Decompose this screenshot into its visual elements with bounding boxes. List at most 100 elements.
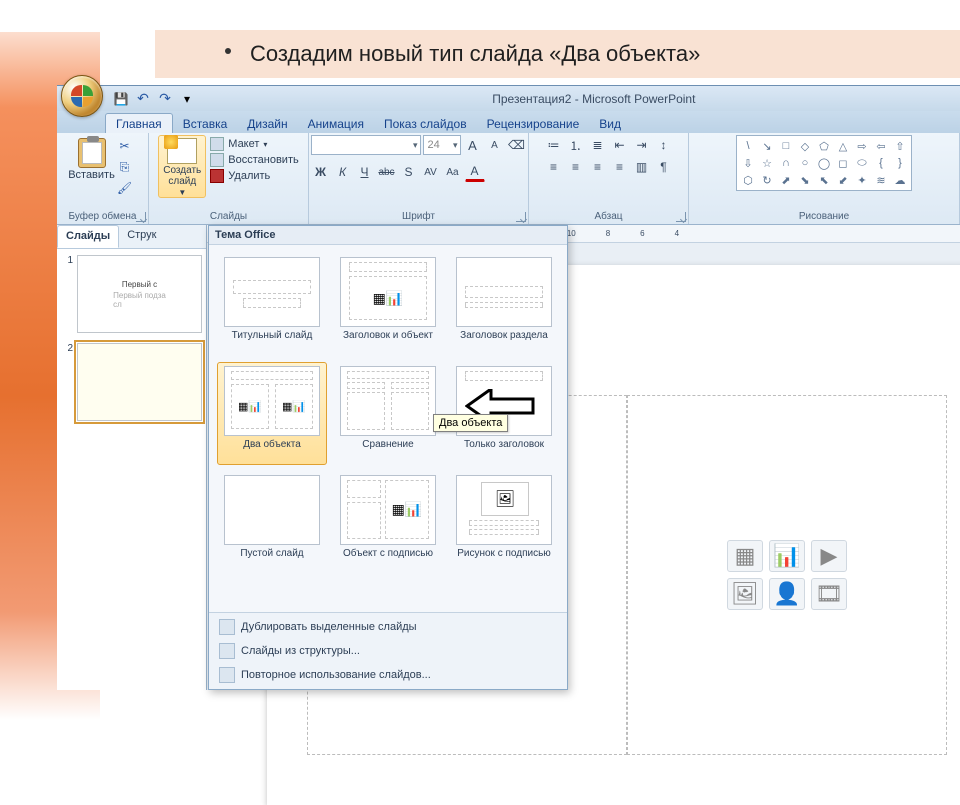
justify-button[interactable]: ≡ [610, 157, 630, 177]
shrink-font-button[interactable]: A [485, 135, 505, 155]
shape-item[interactable]: ⇦ [872, 138, 890, 154]
content-placeholder-right[interactable]: ▦📊▶ 🖼👤🎞 [627, 395, 947, 755]
layout-option-6[interactable]: Пустой слайд [217, 471, 327, 574]
content-insert-icon[interactable]: 📊 [769, 540, 805, 572]
slide-thumb-1[interactable]: 1 Первый с Первый подза сл [61, 255, 202, 333]
tab-slideshow[interactable]: Показ слайдов [374, 114, 477, 133]
shape-item[interactable]: ⇨ [853, 138, 871, 154]
reset-button[interactable]: Восстановить [210, 153, 298, 167]
paste-button[interactable]: Вставить [72, 135, 112, 184]
layout-option-8[interactable]: 🖼Рисунок с подписью [449, 471, 559, 574]
align-center-button[interactable]: ≡ [566, 157, 586, 177]
layout-thumb: 🖼 [456, 475, 552, 545]
shape-item[interactable]: ◻ [834, 155, 852, 171]
align-right-button[interactable]: ≡ [588, 157, 608, 177]
dialog-launcher-icon[interactable] [136, 212, 146, 222]
undo-icon[interactable]: ↶ [135, 91, 151, 107]
cut-icon[interactable]: ✂ [116, 137, 134, 155]
shape-item[interactable]: \ [739, 138, 757, 154]
shape-item[interactable]: ⬋ [834, 172, 852, 188]
layout-option-0[interactable]: Титульный слайд [217, 253, 327, 356]
align-left-button[interactable]: ≡ [544, 157, 564, 177]
panel-tab-slides[interactable]: Слайды [57, 225, 119, 248]
office-button[interactable] [61, 75, 103, 117]
columns-button[interactable]: ▥ [632, 157, 652, 177]
shape-item[interactable]: { [872, 155, 890, 171]
clear-format-button[interactable]: ⌫ [507, 135, 527, 155]
grow-font-button[interactable]: A [463, 135, 483, 155]
tab-view[interactable]: Вид [589, 114, 631, 133]
bold-button[interactable]: Ж [311, 162, 331, 182]
strike-button[interactable]: abc [377, 162, 397, 182]
italic-button[interactable]: К [333, 162, 353, 182]
shape-item[interactable]: ☆ [758, 155, 776, 171]
tab-design[interactable]: Дизайн [237, 114, 297, 133]
line-spacing-button[interactable]: ↕ [654, 135, 674, 155]
shape-item[interactable]: ⬊ [796, 172, 814, 188]
char-spacing-button[interactable]: AV [421, 162, 441, 182]
content-insert-icon[interactable]: ▶ [811, 540, 847, 572]
layout-option-7[interactable]: ▦📊Объект с подписью [333, 471, 443, 574]
menu-slides-from-outline[interactable]: Слайды из структуры... [209, 639, 567, 663]
shape-item[interactable]: ∩ [777, 155, 795, 171]
qat-dropdown-icon[interactable]: ▾ [179, 91, 195, 107]
panel-tab-outline[interactable]: Струк [119, 225, 164, 248]
font-color-button[interactable]: A [465, 162, 485, 182]
shapes-gallery[interactable]: \↘□◇⬠△⇨⇦⇧ ⇩☆∩○◯◻⬭{} ⬡↻⬈⬊⬉⬋✦≋☁ [736, 135, 912, 191]
increase-indent-button[interactable]: ⇥ [632, 135, 652, 155]
shape-item[interactable]: ≋ [872, 172, 890, 188]
multilevel-button[interactable]: ≣ [588, 135, 608, 155]
font-size-combo[interactable]: 24 [423, 135, 461, 155]
shape-item[interactable]: ⬉ [815, 172, 833, 188]
tab-insert[interactable]: Вставка [173, 114, 238, 133]
shape-item[interactable]: ○ [796, 155, 814, 171]
shape-item[interactable]: ⬠ [815, 138, 833, 154]
shape-item[interactable]: ◇ [796, 138, 814, 154]
tab-animation[interactable]: Анимация [298, 114, 374, 133]
shape-item[interactable]: ⬡ [739, 172, 757, 188]
slide-thumb-2[interactable]: 2 [61, 343, 202, 421]
shape-item[interactable]: ↻ [758, 172, 776, 188]
format-painter-icon[interactable]: 🖌 [116, 179, 134, 197]
shape-item[interactable]: ⬭ [853, 155, 871, 171]
delete-button[interactable]: Удалить [210, 169, 298, 183]
font-name-combo[interactable] [311, 135, 421, 155]
layout-option-2[interactable]: Заголовок раздела [449, 253, 559, 356]
underline-button[interactable]: Ч [355, 162, 375, 182]
content-insert-icon[interactable]: 👤 [769, 578, 805, 610]
tab-review[interactable]: Рецензирование [477, 114, 590, 133]
new-slide-button[interactable]: Создать слайд ▼ [158, 135, 206, 198]
dialog-launcher-icon[interactable] [676, 212, 686, 222]
text-direction-button[interactable]: ¶ [654, 157, 674, 177]
layout-option-1[interactable]: ▦📊Заголовок и объект [333, 253, 443, 356]
numbering-button[interactable]: ⒈ [566, 135, 586, 155]
menu-reuse-slides[interactable]: Повторное использование слайдов... [209, 663, 567, 687]
shape-item[interactable]: ↘ [758, 138, 776, 154]
layout-option-4[interactable]: Сравнение [333, 362, 443, 465]
content-insert-icon[interactable]: ▦ [727, 540, 763, 572]
shape-item[interactable]: ◯ [815, 155, 833, 171]
shape-item[interactable]: } [891, 155, 909, 171]
shape-item[interactable]: ⇩ [739, 155, 757, 171]
layout-button[interactable]: Макет▾ [210, 137, 298, 151]
shadow-button[interactable]: S [399, 162, 419, 182]
shape-item[interactable]: ☁ [891, 172, 909, 188]
content-insert-icon[interactable]: 🎞 [811, 578, 847, 610]
decrease-indent-button[interactable]: ⇤ [610, 135, 630, 155]
layout-option-3[interactable]: ▦📊▦📊Два объекта [217, 362, 327, 465]
change-case-button[interactable]: Aa [443, 162, 463, 182]
shape-item[interactable]: ⬈ [777, 172, 795, 188]
shape-item[interactable]: ⇧ [891, 138, 909, 154]
tab-home[interactable]: Главная [105, 113, 173, 133]
shape-item[interactable]: △ [834, 138, 852, 154]
dialog-launcher-icon[interactable] [516, 212, 526, 222]
menu-duplicate-slides[interactable]: Дублировать выделенные слайды [209, 615, 567, 639]
redo-icon[interactable]: ↷ [157, 91, 173, 107]
layout-caption: Два объекта [243, 439, 301, 461]
bullets-button[interactable]: ≔ [544, 135, 564, 155]
shape-item[interactable]: ✦ [853, 172, 871, 188]
shape-item[interactable]: □ [777, 138, 795, 154]
content-insert-icon[interactable]: 🖼 [727, 578, 763, 610]
save-icon[interactable]: 💾 [113, 91, 129, 107]
copy-icon[interactable]: ⎘ [116, 158, 134, 176]
